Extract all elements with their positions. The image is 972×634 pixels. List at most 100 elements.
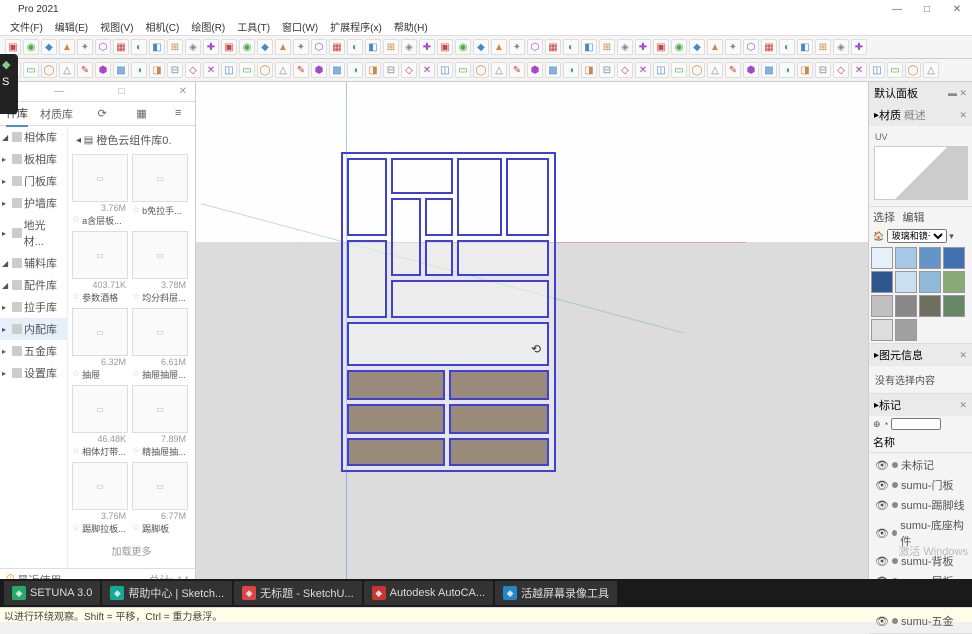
swatch-9[interactable] xyxy=(895,295,917,317)
tool-r1-29[interactable]: ⬡ xyxy=(527,39,543,55)
library-item-6[interactable]: ▭46.48K☆相体灯带... xyxy=(72,385,128,458)
tool-r1-38[interactable]: ◆ xyxy=(689,39,705,55)
tool-r1-30[interactable]: ▦ xyxy=(545,39,561,55)
tool-r1-0[interactable]: ▣ xyxy=(5,39,21,55)
tree-item-1[interactable]: ▸板相库 xyxy=(0,148,67,170)
tool-r1-13[interactable]: ◉ xyxy=(239,39,255,55)
tool-r1-27[interactable]: ▲ xyxy=(491,39,507,55)
ext-icon-2[interactable]: S xyxy=(2,76,16,90)
swatch-13[interactable] xyxy=(895,319,917,341)
swatch-2[interactable] xyxy=(919,247,941,269)
tool-r2-47[interactable]: ✕ xyxy=(851,62,867,78)
tool-r2-11[interactable]: ✕ xyxy=(203,62,219,78)
tool-r1-28[interactable]: ✦ xyxy=(509,39,525,55)
material-category-select[interactable]: 玻璃和镜子 xyxy=(887,229,947,243)
tool-r2-51[interactable]: △ xyxy=(923,62,939,78)
swatch-11[interactable] xyxy=(943,295,965,317)
tool-r1-17[interactable]: ⬡ xyxy=(311,39,327,55)
tool-r1-35[interactable]: ✚ xyxy=(635,39,651,55)
library-item-2[interactable]: ▭403.71K☆参数酒格 xyxy=(72,231,128,304)
tool-r1-19[interactable]: ◐ xyxy=(347,39,363,55)
library-item-4[interactable]: ▭6.32M☆抽屉 xyxy=(72,308,128,381)
tool-r2-35[interactable]: ✕ xyxy=(635,62,651,78)
tree-item-4[interactable]: ▸地光材... xyxy=(0,214,67,252)
tool-r2-9[interactable]: ⊟ xyxy=(167,62,183,78)
tree-item-9[interactable]: ▸五金库 xyxy=(0,340,67,362)
tool-r1-5[interactable]: ⬡ xyxy=(95,39,111,55)
tool-r1-43[interactable]: ◐ xyxy=(779,39,795,55)
menu-file[interactable]: 文件(F) xyxy=(4,19,49,34)
panel-close-icon[interactable]: ✕ xyxy=(175,86,191,97)
library-item-7[interactable]: ▭7.89M☆精抽屉抽... xyxy=(132,385,188,458)
tree-item-2[interactable]: ▸门板库 xyxy=(0,170,67,192)
swatch-4[interactable] xyxy=(871,271,893,293)
tool-r2-24[interactable]: ◫ xyxy=(437,62,453,78)
library-item-5[interactable]: ▭6.61M☆抽屉抽屉... xyxy=(132,308,188,381)
swatch-7[interactable] xyxy=(943,271,965,293)
swatch-5[interactable] xyxy=(895,271,917,293)
tag-item-0[interactable]: 👁未标记 xyxy=(871,455,970,475)
tool-r1-2[interactable]: ◆ xyxy=(41,39,57,55)
tool-r2-45[interactable]: ⊟ xyxy=(815,62,831,78)
taskbar-item-1[interactable]: ◆帮助中心 | Sketch... xyxy=(102,581,232,605)
tags-header[interactable]: ▸ 标记✕ xyxy=(869,394,972,416)
tool-r1-15[interactable]: ▲ xyxy=(275,39,291,55)
tool-r2-1[interactable]: ▭ xyxy=(23,62,39,78)
menu-view[interactable]: 视图(V) xyxy=(94,19,139,34)
swatch-3[interactable] xyxy=(943,247,965,269)
cabinet-model[interactable] xyxy=(341,152,556,472)
entity-info-header[interactable]: ▸ 图元信息✕ xyxy=(869,344,972,366)
tool-r2-46[interactable]: ◇ xyxy=(833,62,849,78)
tool-r2-25[interactable]: ▭ xyxy=(455,62,471,78)
tool-r2-40[interactable]: ✎ xyxy=(725,62,741,78)
tool-r2-49[interactable]: ▭ xyxy=(887,62,903,78)
refresh-icon[interactable]: ⟳ xyxy=(98,107,112,121)
tool-r1-40[interactable]: ✦ xyxy=(725,39,741,55)
tool-r1-12[interactable]: ▣ xyxy=(221,39,237,55)
extension-sidebar[interactable]: ◆ S xyxy=(0,54,18,114)
ext-icon-1[interactable]: ◆ xyxy=(2,58,16,72)
tool-r1-32[interactable]: ◧ xyxy=(581,39,597,55)
tool-r2-7[interactable]: ◑ xyxy=(131,62,147,78)
tool-r2-6[interactable]: ▩ xyxy=(113,62,129,78)
tool-r2-28[interactable]: ✎ xyxy=(509,62,525,78)
tool-r2-32[interactable]: ◨ xyxy=(581,62,597,78)
tree-item-7[interactable]: ▸拉手库 xyxy=(0,296,67,318)
menu-tools[interactable]: 工具(T) xyxy=(231,19,276,34)
load-more[interactable]: 加载更多 xyxy=(72,535,191,566)
tool-r1-22[interactable]: ◈ xyxy=(401,39,417,55)
minimize-button[interactable]: — xyxy=(882,0,912,18)
tool-r2-3[interactable]: △ xyxy=(59,62,75,78)
breadcrumb[interactable]: ◂ ▤ 橙色云组件库0. xyxy=(72,130,191,150)
tree-item-8[interactable]: ▸内配库 xyxy=(0,318,67,340)
tool-r1-18[interactable]: ▦ xyxy=(329,39,345,55)
tool-r2-38[interactable]: ◯ xyxy=(689,62,705,78)
tree-item-5[interactable]: ◢辅料库 xyxy=(0,252,67,274)
tool-r1-1[interactable]: ◉ xyxy=(23,39,39,55)
swatch-0[interactable] xyxy=(871,247,893,269)
taskbar-item-4[interactable]: ◆活越屏幕录像工具 xyxy=(495,581,617,605)
swatch-1[interactable] xyxy=(895,247,917,269)
menu-help[interactable]: 帮助(H) xyxy=(388,19,434,34)
tool-r1-25[interactable]: ◉ xyxy=(455,39,471,55)
materials-header[interactable]: ▸ 材质 概述✕ xyxy=(869,104,972,126)
swatch-10[interactable] xyxy=(919,295,941,317)
tool-r1-3[interactable]: ▲ xyxy=(59,39,75,55)
tool-r2-22[interactable]: ◇ xyxy=(401,62,417,78)
tool-r2-31[interactable]: ◑ xyxy=(563,62,579,78)
tool-r2-30[interactable]: ▩ xyxy=(545,62,561,78)
library-item-8[interactable]: ▭3.76M☆踢脚拉板... xyxy=(72,462,128,535)
tool-r2-42[interactable]: ▩ xyxy=(761,62,777,78)
tool-r1-26[interactable]: ◆ xyxy=(473,39,489,55)
tool-r2-29[interactable]: ⬢ xyxy=(527,62,543,78)
tool-r1-11[interactable]: ✚ xyxy=(203,39,219,55)
tool-r2-39[interactable]: △ xyxy=(707,62,723,78)
tool-r1-10[interactable]: ◈ xyxy=(185,39,201,55)
tool-r2-50[interactable]: ◯ xyxy=(905,62,921,78)
tool-r2-43[interactable]: ◑ xyxy=(779,62,795,78)
library-item-3[interactable]: ▭3.78M☆均分斜层... xyxy=(132,231,188,304)
tool-r1-6[interactable]: ▦ xyxy=(113,39,129,55)
tool-r2-4[interactable]: ✎ xyxy=(77,62,93,78)
taskbar-item-2[interactable]: ◆无标题 - SketchU... xyxy=(234,581,362,605)
tool-r2-17[interactable]: ⬢ xyxy=(311,62,327,78)
